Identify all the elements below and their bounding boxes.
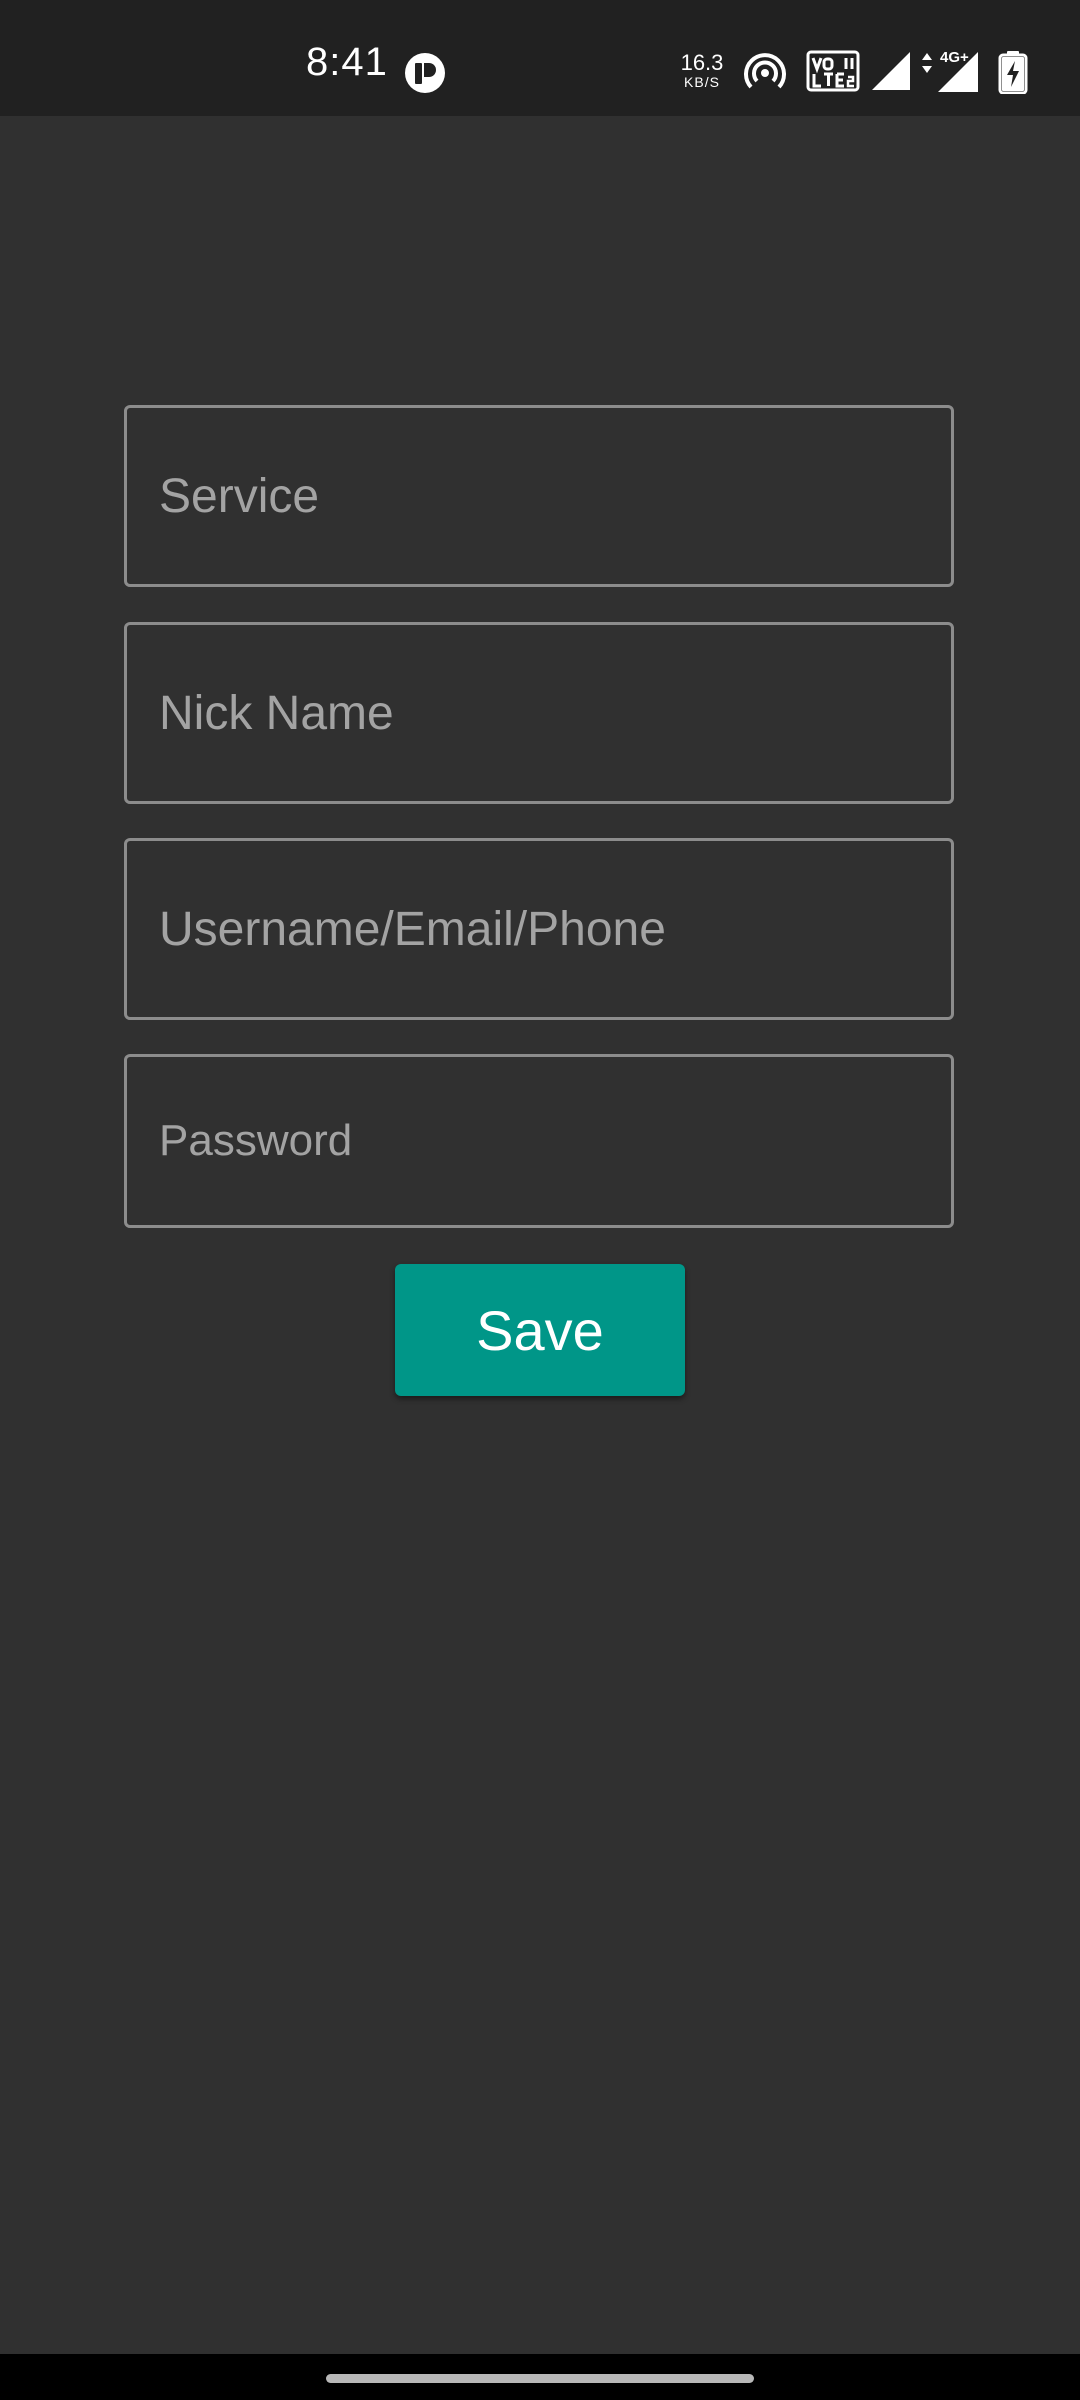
status-time: 8:41 (306, 40, 388, 84)
save-button[interactable]: Save (395, 1264, 685, 1396)
nickname-input[interactable] (127, 625, 951, 801)
username-field[interactable] (124, 838, 954, 1020)
network-speed-unit: KB/S (684, 74, 720, 90)
navigation-bar (0, 2354, 1080, 2400)
svg-text:4G+: 4G+ (940, 49, 969, 66)
network-speed-value: 16.3 (680, 50, 724, 75)
status-bar: 8:41 16.3 KB/S 4G+ (0, 0, 1080, 116)
network-speed: 16.3 KB/S (676, 50, 728, 90)
app-notification-icon (404, 52, 446, 94)
signal-icon (870, 50, 912, 92)
nickname-field[interactable] (124, 622, 954, 804)
battery-charging-icon (998, 50, 1028, 95)
service-field[interactable] (124, 405, 954, 587)
home-gesture-handle[interactable] (326, 2374, 754, 2383)
password-field[interactable] (124, 1054, 954, 1228)
add-credential-screen: Save (0, 116, 1080, 2354)
password-input[interactable] (127, 1057, 951, 1225)
hotspot-icon (744, 52, 786, 94)
volte-icon (806, 50, 860, 92)
username-input[interactable] (127, 841, 951, 1017)
signal-4g-icon: 4G+ (920, 46, 980, 94)
service-input[interactable] (127, 408, 951, 584)
